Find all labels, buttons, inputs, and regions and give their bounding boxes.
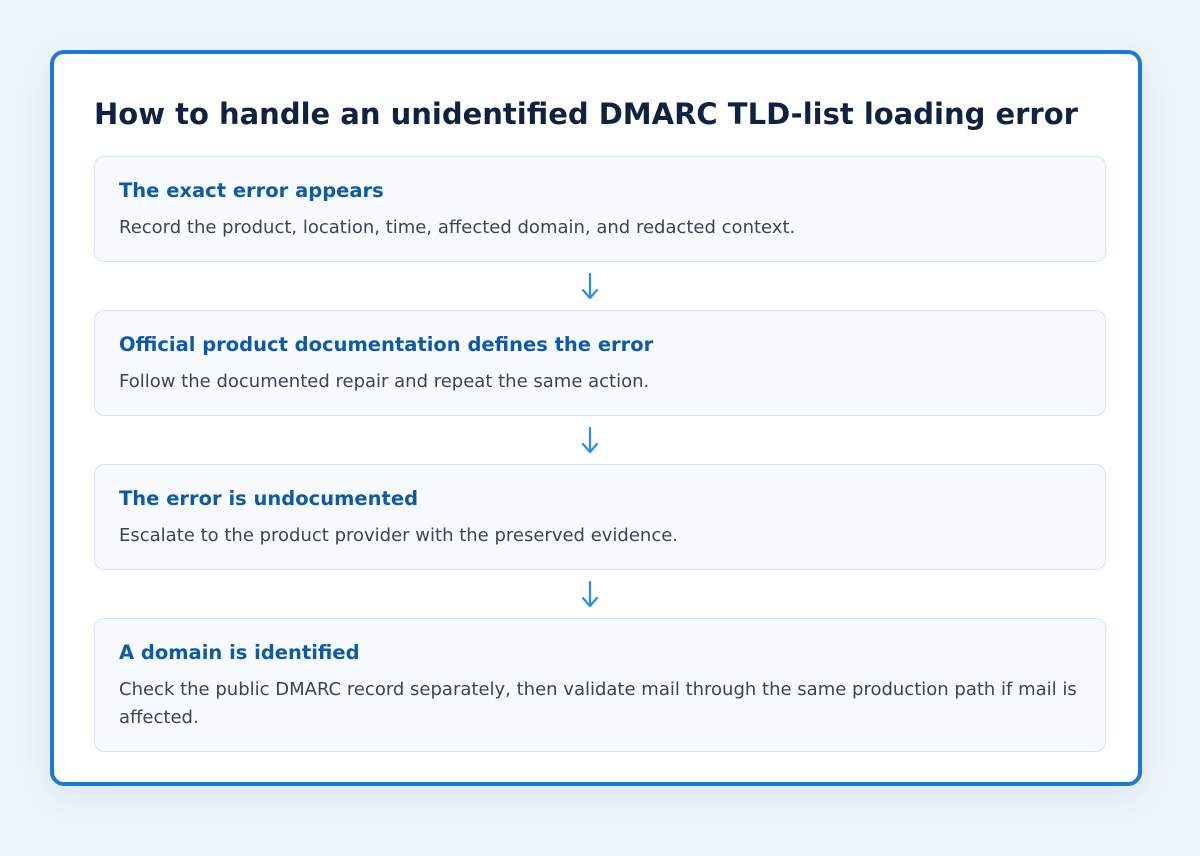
step-card-3: The error is undocumented Escalate to th…	[94, 464, 1106, 570]
step-title: The error is undocumented	[119, 487, 419, 510]
arrow-down-icon	[578, 580, 602, 610]
step-description: Follow the documented repair and repeat …	[119, 371, 650, 392]
page-title: How to handle an unidentified DMARC TLD-…	[94, 97, 1078, 131]
step-title: Official product documentation defines t…	[119, 333, 654, 356]
step-card-1: The exact error appears Record the produ…	[94, 156, 1106, 262]
step-description: Record the product, location, time, affe…	[119, 217, 796, 238]
arrow-down-icon	[578, 426, 602, 456]
step-description: Escalate to the product provider with th…	[119, 525, 679, 546]
step-card-4: A domain is identified Check the public …	[94, 618, 1106, 752]
step-description: Check the public DMARC record separately…	[119, 679, 1077, 728]
flow-card: How to handle an unidentified DMARC TLD-…	[50, 50, 1142, 786]
step-title: The exact error appears	[119, 179, 384, 202]
step-title: A domain is identified	[119, 641, 360, 664]
arrow-down-icon	[578, 272, 602, 302]
step-card-2: Official product documentation defines t…	[94, 310, 1106, 416]
